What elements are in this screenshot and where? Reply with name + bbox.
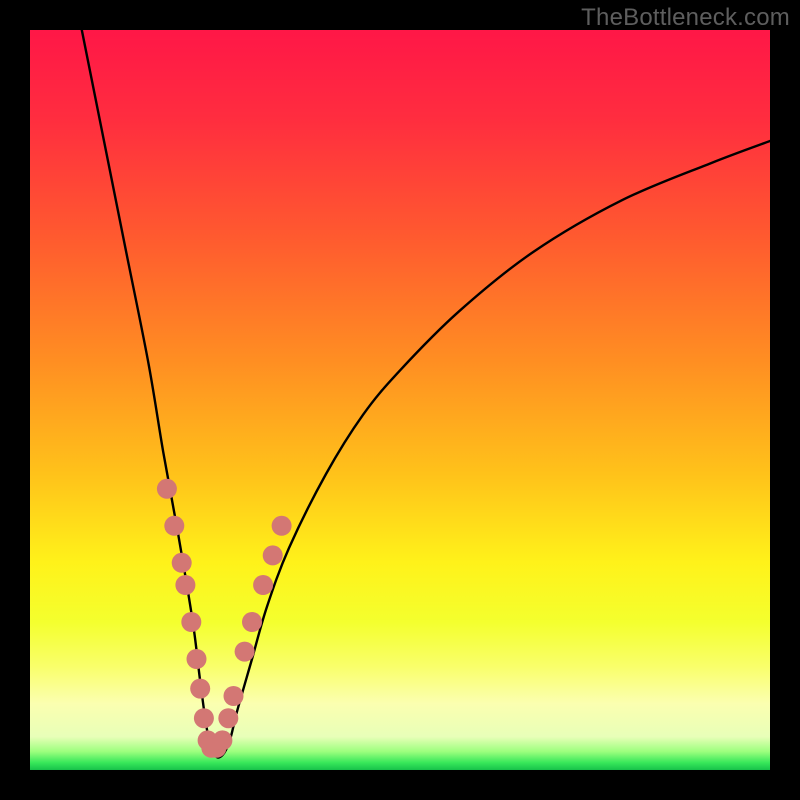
highlight-dot xyxy=(235,642,255,662)
chart-container: TheBottleneck.com xyxy=(0,0,800,800)
dots-layer xyxy=(30,30,770,770)
highlight-dot xyxy=(181,612,201,632)
highlight-dot xyxy=(172,553,192,573)
plot-area xyxy=(30,30,770,770)
highlight-dot xyxy=(187,649,207,669)
highlight-dot xyxy=(194,708,214,728)
highlight-dot xyxy=(157,479,177,499)
highlight-dot xyxy=(253,575,273,595)
highlight-dot xyxy=(212,730,232,750)
highlight-dot xyxy=(272,516,292,536)
highlight-dots xyxy=(157,479,292,758)
highlight-dot xyxy=(242,612,262,632)
highlight-dot xyxy=(190,679,210,699)
highlight-dot xyxy=(224,686,244,706)
highlight-dot xyxy=(218,708,238,728)
highlight-dot xyxy=(164,516,184,536)
highlight-dot xyxy=(263,545,283,565)
watermark-text: TheBottleneck.com xyxy=(581,4,790,32)
highlight-dot xyxy=(175,575,195,595)
